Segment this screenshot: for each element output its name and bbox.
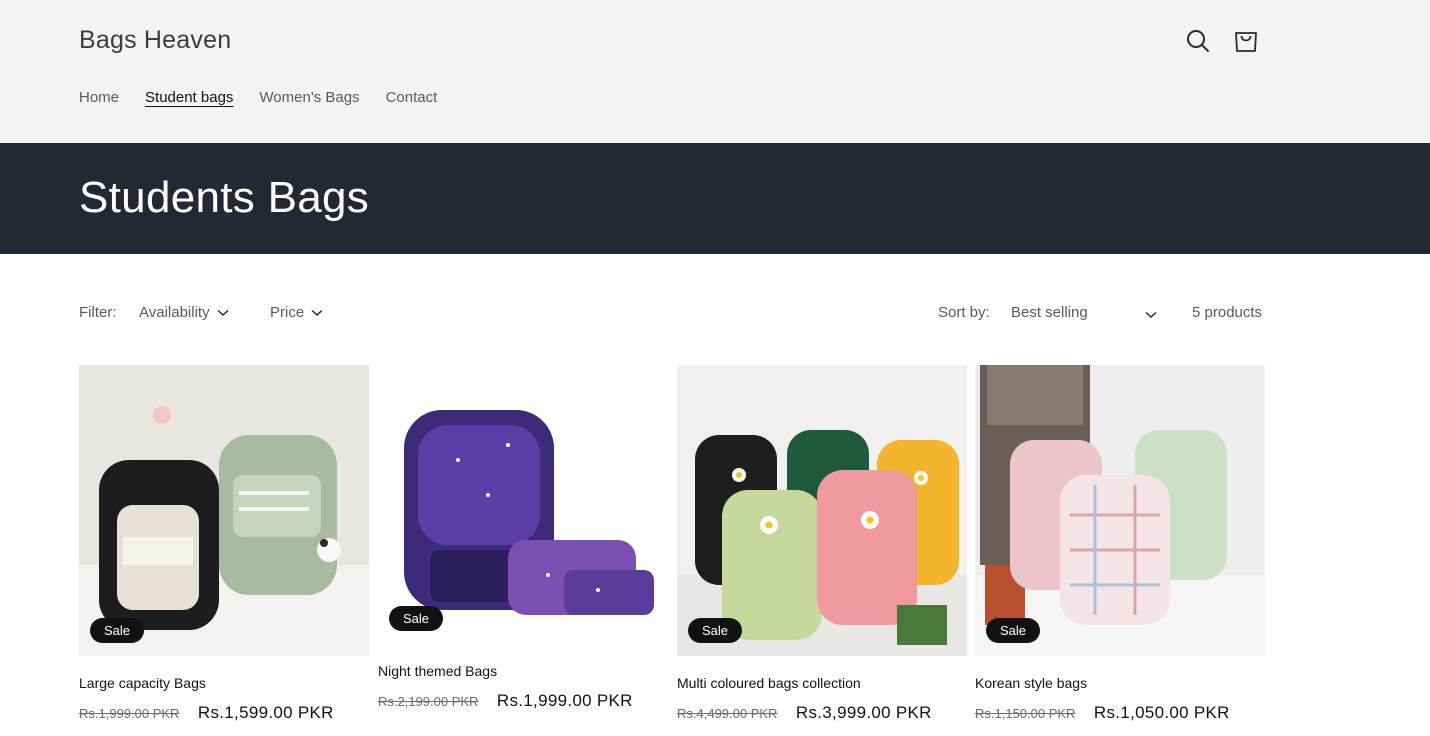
- product-price: Rs.1,999.00 PKR Rs.1,599.00 PKR: [79, 703, 334, 723]
- chevron-down-icon: [311, 309, 323, 316]
- sale-price: Rs.1,599.00 PKR: [197, 703, 334, 722]
- compare-price: Rs.1,999.00 PKR: [79, 706, 180, 721]
- compare-price: Rs.2,199.00 PKR: [378, 694, 479, 709]
- collection-banner: Students Bags: [0, 143, 1430, 254]
- sale-price: Rs.1,050.00 PKR: [1093, 703, 1230, 722]
- availability-filter[interactable]: Availability: [139, 304, 229, 321]
- availability-label: Availability: [139, 304, 210, 321]
- sale-badge: Sale: [688, 618, 743, 643]
- product-image[interactable]: Sale: [677, 365, 967, 656]
- sale-badge: Sale: [90, 618, 145, 643]
- sale-price: Rs.3,999.00 PKR: [795, 703, 932, 722]
- product-image[interactable]: Sale: [79, 365, 369, 656]
- main-nav: Home Student bags Women's Bags Contact: [79, 88, 463, 108]
- filter-label: Filter:: [79, 304, 117, 321]
- compare-price: Rs.4,499.00 PKR: [677, 706, 778, 721]
- product-count: 5 products: [1192, 304, 1263, 321]
- nav-womens-bags[interactable]: Women's Bags: [259, 88, 359, 108]
- sale-price: Rs.1,999.00 PKR: [496, 691, 633, 710]
- product-price: Rs.1,150.00 PKR Rs.1,050.00 PKR: [975, 703, 1230, 723]
- price-label: Price: [270, 304, 305, 321]
- product-image[interactable]: Sale: [378, 365, 668, 640]
- nav-home[interactable]: Home: [79, 88, 119, 108]
- product-image[interactable]: Sale: [975, 365, 1265, 656]
- product-price: Rs.4,499.00 PKR Rs.3,999.00 PKR: [677, 703, 932, 723]
- price-filter[interactable]: Price: [270, 304, 323, 321]
- collection-title: Students Bags: [79, 173, 370, 222]
- chevron-down-icon: [1145, 311, 1157, 319]
- product-title[interactable]: Night themed Bags: [378, 663, 497, 679]
- chevron-down-icon: [217, 309, 229, 316]
- product-title[interactable]: Multi coloured bags collection: [677, 675, 861, 691]
- nav-contact[interactable]: Contact: [386, 88, 438, 108]
- sale-badge: Sale: [986, 618, 1041, 643]
- cart-icon[interactable]: [1232, 27, 1260, 55]
- product-title[interactable]: Large capacity Bags: [79, 675, 206, 691]
- product-title[interactable]: Korean style bags: [975, 675, 1087, 691]
- sale-badge: Sale: [389, 606, 444, 631]
- compare-price: Rs.1,150.00 PKR: [975, 706, 1076, 721]
- filter-toolbar: Filter: Availability Price Sort by: Best…: [79, 304, 1265, 326]
- search-icon[interactable]: [1184, 27, 1212, 55]
- product-price: Rs.2,199.00 PKR Rs.1,999.00 PKR: [378, 691, 633, 711]
- sort-select[interactable]: Best selling: [1011, 304, 1157, 321]
- sort-label: Sort by:: [938, 304, 990, 321]
- sort-value: Best selling: [1011, 304, 1088, 321]
- site-header: Bags Heaven Home Student bags Women's Ba…: [0, 0, 1430, 143]
- nav-student-bags[interactable]: Student bags: [145, 88, 233, 108]
- site-logo[interactable]: Bags Heaven: [79, 26, 231, 55]
